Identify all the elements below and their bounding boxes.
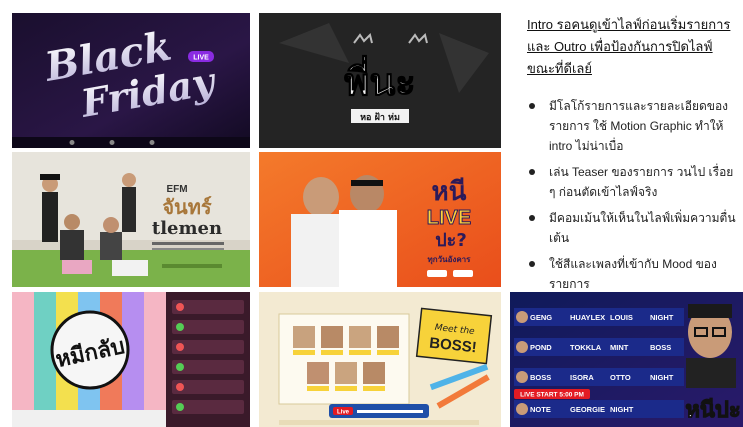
bullet-dot-icon xyxy=(529,215,535,221)
bullet-text: ใช้สีและเพลงที่เข้ากับ Mood ของ รายการ xyxy=(549,257,717,291)
black-friday-live-badge: LIVE xyxy=(193,55,209,62)
efm-title-en: tlemen xyxy=(152,218,222,239)
bullet-item: มีโลโก้รายการและรายละเอียดของ รายการ ใช้… xyxy=(527,96,739,156)
meet-boss-live-badge: Live xyxy=(337,410,350,416)
intro-outro-text-panel: Intro รอคนดูเข้าไลฟ์ก่อนเริ่มรายการ และ … xyxy=(527,14,739,291)
match-name-left: GENG xyxy=(530,313,552,322)
nimi-schedule: ทุกวันอังคาร xyxy=(428,255,472,265)
efm-title-th: จันทร์ xyxy=(162,195,212,219)
match-name-left: BOSS xyxy=(530,373,551,382)
match-name-mid: GEORGIE xyxy=(570,405,605,414)
match-name-right: OTTO xyxy=(610,373,631,382)
nimi-title-1: หนี xyxy=(432,177,467,207)
bullet-text: เล่น Teaser ของรายการ วนไป เรื่อย ๆ ก่อน… xyxy=(549,165,734,199)
bullet-item: เล่น Teaser ของรายการ วนไป เรื่อย ๆ ก่อน… xyxy=(527,162,739,202)
match-logo: หนีปะ xyxy=(685,398,740,423)
efm-brand: EFM xyxy=(166,184,187,195)
bullet-dot-icon xyxy=(529,261,535,267)
match-name-right: NIGHT xyxy=(610,405,634,414)
match-name-mid: HUAYLEX xyxy=(570,313,605,322)
bullet-item: ใช้สีและเพลงที่เข้ากับ Mood ของ รายการ xyxy=(527,254,739,294)
bullet-item: มีคอมเม้นให้เห็นในไลฟ์เพิ่มความตื่นเต้น xyxy=(527,208,739,248)
meet-boss-thumbnail: Meet the BOSS! Live xyxy=(259,292,501,427)
nimi-title-3: ปะ? xyxy=(435,230,467,251)
bullet-list: มีโลโก้รายการและรายละเอียดของ รายการ ใช้… xyxy=(527,96,739,294)
match-name-mid: ISORA xyxy=(570,373,594,382)
match-name-left: NOTE xyxy=(530,405,551,414)
mor-namhom-logo: พี่นะ xyxy=(344,55,415,104)
color-bars-thumbnail: หมีกลับ xyxy=(12,292,250,427)
mor-namhom-sub: หอ ฝ้า ห่ม xyxy=(360,112,400,123)
nimi-live-thumbnail: หนี LIVE ปะ? ทุกวันอังคาร xyxy=(259,152,501,287)
bullet-text: มีโลโก้รายการและรายละเอียดของ รายการ ใช้… xyxy=(549,99,729,153)
match-lineup-thumbnail: GENG POND BOSS NOTE HUAYLEX TOKKLA ISORA… xyxy=(510,292,743,427)
efm-thumbnail: EFM จันทร์ tlemen xyxy=(12,152,250,287)
nimi-title-2: LIVE xyxy=(427,207,471,229)
match-live-start-badge: LIVE START 5:00 PM xyxy=(520,392,584,399)
match-name-mid: TOKKLA xyxy=(570,343,602,352)
bullet-dot-icon xyxy=(529,169,535,175)
match-name-right: LOUIS xyxy=(610,313,633,322)
bullet-text: มีคอมเม้นให้เห็นในไลฟ์เพิ่มความตื่นเต้น xyxy=(549,211,736,245)
match-name-right: MINT xyxy=(610,343,629,352)
black-friday-thumbnail: Black Friday LIVE xyxy=(12,13,250,148)
bullet-dot-icon xyxy=(529,103,535,109)
mor-namhom-thumbnail: พี่นะ หอ ฝ้า ห่ม xyxy=(259,13,501,148)
match-name-far: NIGHT xyxy=(650,373,674,382)
panel-heading: Intro รอคนดูเข้าไลฟ์ก่อนเริ่มรายการ และ … xyxy=(527,17,731,76)
match-name-far: BOSS xyxy=(650,343,671,352)
match-name-far: NIGHT xyxy=(650,313,674,322)
match-name-left: POND xyxy=(530,343,552,352)
